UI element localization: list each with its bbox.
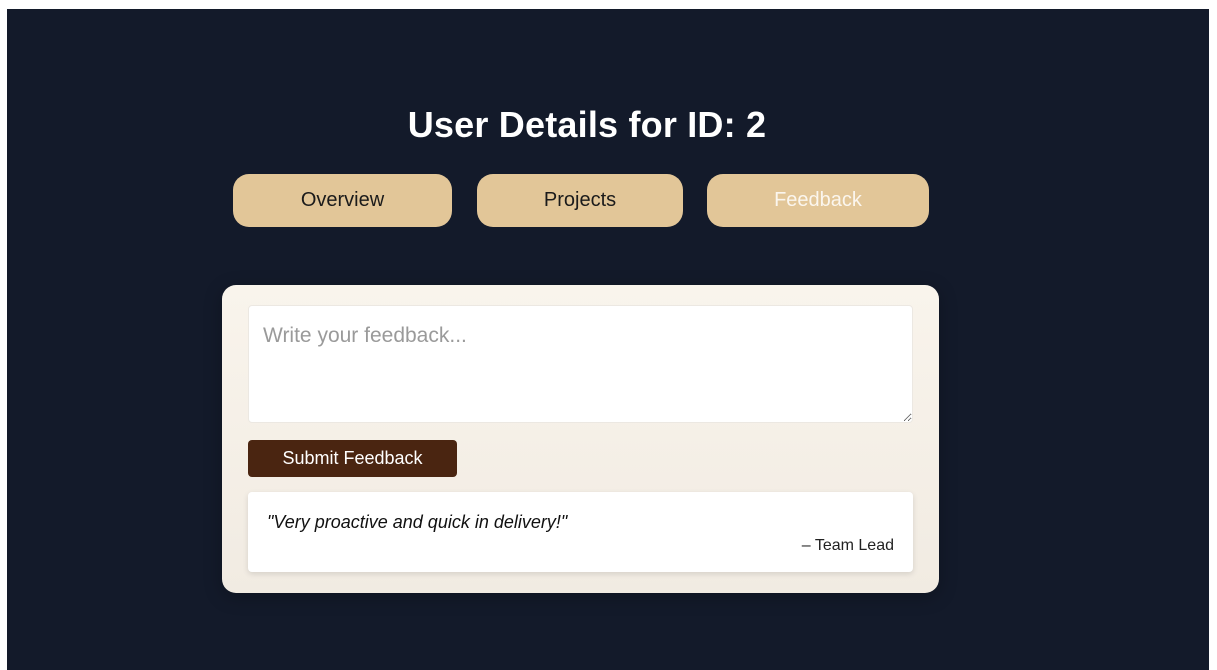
tab-bar: Overview Projects Feedback (7, 174, 1209, 227)
feedback-card: Submit Feedback "Very proactive and quic… (222, 285, 939, 593)
tab-overview[interactable]: Overview (233, 174, 452, 227)
feedback-quote: "Very proactive and quick in delivery!" (267, 512, 568, 532)
feedback-input[interactable] (248, 305, 913, 423)
tab-projects[interactable]: Projects (477, 174, 683, 227)
feedback-author: – Team Lead (801, 537, 894, 554)
page-title: User Details for ID: 2 (407, 104, 767, 145)
submit-feedback-button[interactable]: Submit Feedback (248, 440, 457, 477)
tab-feedback[interactable]: Feedback (707, 174, 929, 227)
feedback-item: "Very proactive and quick in delivery!" … (248, 492, 913, 572)
app-background: User Details for ID: 2 Overview Projects… (7, 9, 1209, 670)
